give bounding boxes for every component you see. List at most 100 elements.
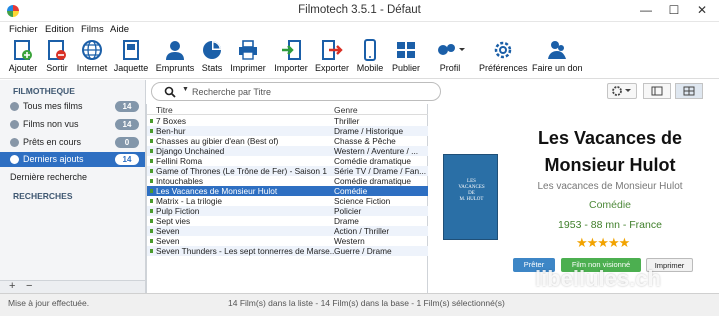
count-badge: 14 <box>115 119 139 130</box>
menu-films[interactable]: Films <box>81 24 104 35</box>
gear-icon <box>612 86 631 96</box>
gear-icon <box>494 41 512 59</box>
cell-title: Django Unchained <box>156 146 225 156</box>
cell-title: Pulp Fiction <box>156 206 200 216</box>
table-row[interactable]: Fellini Roma Comédie dramatique <box>147 156 428 166</box>
search-input[interactable]: Recherche par Titre <box>192 87 271 97</box>
table-row[interactable]: Intouchables Comédie dramatique <box>147 176 428 186</box>
table-row[interactable]: Chasses au gibier d'ean (Best of) Chasse … <box>147 136 428 146</box>
view-list-button[interactable] <box>643 83 671 99</box>
table-row[interactable]: Matrix - La trilogie Science Fiction <box>147 196 428 206</box>
mobile-button[interactable]: Mobile <box>354 39 386 73</box>
film-title-line2: Monsieur Hulot <box>544 155 676 175</box>
cell-genre: Thriller <box>334 116 360 126</box>
table-row[interactable]: Pulp Fiction Policier <box>147 206 428 216</box>
cell-title: 7 Boxes <box>156 116 186 126</box>
table-row[interactable]: 7 Boxes Thriller <box>147 116 428 126</box>
toolbar: Ajouter Sortir Internet Jaquette Emprunt… <box>0 37 719 79</box>
stats-button[interactable]: Stats <box>199 39 225 73</box>
profile-icon <box>438 44 465 55</box>
import-icon <box>282 40 301 60</box>
remove-button[interactable]: Sortir <box>42 39 72 73</box>
sidebar: FILMOTHEQUE Tous mes films 14 Films non … <box>0 80 146 293</box>
maximize-button[interactable]: ☐ <box>660 0 688 20</box>
table-row[interactable]: Game of Thrones (Le Trône de Fer) - Sais… <box>147 166 428 176</box>
status-counts: 14 Film(s) dans la liste - 14 Film(s) da… <box>228 298 505 308</box>
cell-title: Les Vacances de Monsieur Hulot <box>156 186 278 196</box>
cover-icon <box>123 40 139 60</box>
table-row[interactable]: Ben-hur Drame / Historique <box>147 126 428 136</box>
count-badge: 14 <box>115 154 139 165</box>
list-header: Titre Genre <box>147 104 428 115</box>
window-title: Filmotech 3.5.1 - Défaut <box>298 4 421 16</box>
print-button[interactable]: Imprimer <box>228 39 268 73</box>
table-row[interactable]: Seven Western <box>147 236 428 246</box>
unseen-marker-icon <box>150 149 153 153</box>
sidebar-item-all-films[interactable]: Tous mes films 14 <box>0 99 145 114</box>
cell-title: Fellini Roma <box>156 156 203 166</box>
cell-genre: Drame / Historique <box>334 126 404 136</box>
sidebar-item-loans[interactable]: Prêts en cours 0 <box>0 135 145 150</box>
cell-title: Seven <box>156 226 180 236</box>
chevron-down-icon[interactable]: ▼ <box>182 86 189 93</box>
profile-button[interactable]: Profil <box>432 39 468 73</box>
unseen-marker-icon <box>150 159 153 163</box>
table-row[interactable]: Seven Thunders - Les sept tonnerres de M… <box>147 246 428 256</box>
cell-genre: Comédie dramatique <box>334 156 412 166</box>
search-bar[interactable]: ▼ Recherche par Titre <box>151 82 441 101</box>
preferences-button[interactable]: Préférences <box>479 39 528 73</box>
cell-title: Chasses au gibier d'ean (Best of) <box>156 136 279 146</box>
view-grid-button[interactable] <box>675 83 703 99</box>
cell-title: Seven Thunders - Les sept tonnerres de M… <box>156 246 334 256</box>
title-bar: Filmotech 3.5.1 - Défaut — ☐ ✕ <box>0 0 719 22</box>
unseen-marker-icon <box>150 129 153 133</box>
column-header-title[interactable]: Titre <box>156 105 173 115</box>
export-button[interactable]: Exporter <box>313 39 351 73</box>
cell-title: Game of Thrones (Le Trône de Fer) - Sais… <box>156 166 327 176</box>
add-button[interactable]: Ajouter <box>6 39 40 73</box>
publish-button[interactable]: Publier <box>389 39 423 73</box>
donate-button[interactable]: Faire un don <box>532 39 583 73</box>
watermark: libellules.ch <box>535 266 661 291</box>
table-row[interactable]: Django Unchained Western / Aventure / ... <box>147 146 428 156</box>
donate-icon <box>548 41 566 59</box>
cell-genre: Western <box>334 236 365 246</box>
cell-genre: Comédie dramatique <box>334 176 412 186</box>
grid-view-icon <box>683 86 695 96</box>
rating-stars[interactable]: ★★★★★ <box>576 235 630 251</box>
table-row[interactable]: Sept vies Drame <box>147 216 428 226</box>
sidebar-item-unseen[interactable]: Films non vus 14 <box>0 117 145 132</box>
loans-button[interactable]: Emprunts <box>154 39 196 73</box>
film-genre: Comédie <box>588 199 632 211</box>
close-button[interactable]: ✕ <box>688 0 716 20</box>
cell-genre: Policier <box>334 206 362 216</box>
menu-aide[interactable]: Aide <box>110 24 129 35</box>
menu-fichier[interactable]: Fichier <box>9 24 38 35</box>
minimize-button[interactable]: — <box>632 0 660 20</box>
column-header-genre[interactable]: Genre <box>334 105 358 115</box>
settings-dropdown-button[interactable] <box>607 83 637 99</box>
cell-title: Seven <box>156 236 180 246</box>
loan-icon <box>10 138 19 147</box>
sidebar-item-recent[interactable]: Derniers ajouts 14 <box>0 152 145 167</box>
count-badge: 0 <box>115 137 139 148</box>
internet-button[interactable]: Internet <box>74 39 110 73</box>
film-info: 1953 - 88 mn - France <box>558 219 662 231</box>
export-icon <box>322 40 343 60</box>
menu-edition[interactable]: Edition <box>45 24 74 35</box>
clock-icon <box>10 155 19 164</box>
table-row[interactable]: Seven Action / Thriller <box>147 226 428 236</box>
unseen-marker-icon <box>150 179 153 183</box>
sidebar-item-last-search[interactable]: Dernière recherche <box>0 170 145 185</box>
import-button[interactable]: Importer <box>272 39 310 73</box>
cover-button[interactable]: Jaquette <box>112 39 150 73</box>
eye-icon <box>10 120 19 129</box>
table-row[interactable]: Les Vacances de Monsieur Hulot Comédie <box>147 186 428 196</box>
add-search-button[interactable]: + <box>9 280 15 292</box>
menu-bar: Fichier Edition Films Aide <box>0 22 719 37</box>
cell-genre: Science Fiction <box>334 196 391 206</box>
cell-genre: Guerre / Drame <box>334 246 392 256</box>
person-icon <box>166 41 184 60</box>
cell-genre: Série TV / Drame / Fan... <box>334 166 426 176</box>
remove-search-button[interactable]: − <box>26 280 32 292</box>
